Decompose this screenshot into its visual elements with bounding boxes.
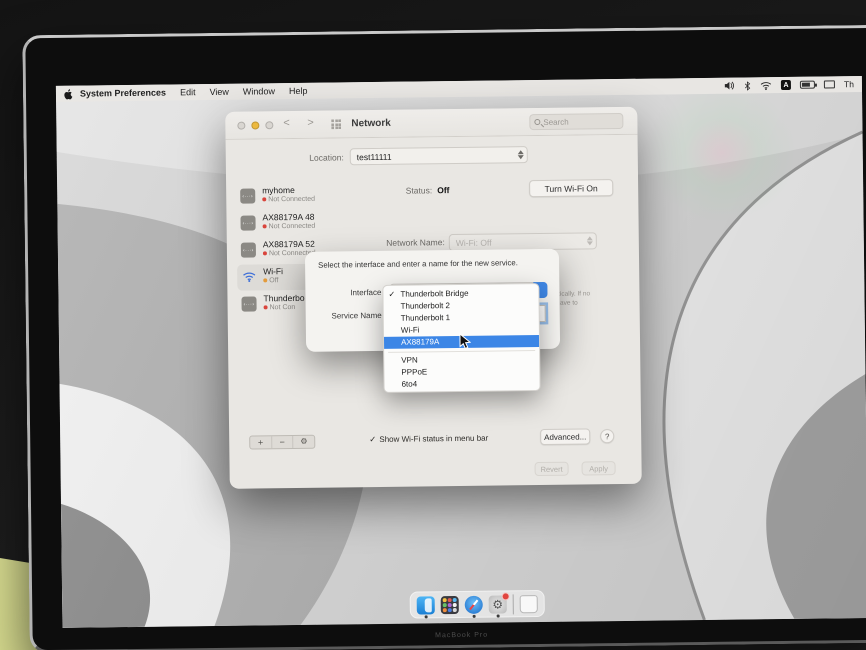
location-dropdown[interactable]: test11111 <box>349 146 528 166</box>
launchpad-icon[interactable] <box>440 595 459 614</box>
minimize-button[interactable] <box>251 121 260 130</box>
add-service-button[interactable]: + <box>250 436 272 449</box>
ethernet-icon: ‹···› <box>240 215 256 231</box>
ethernet-icon: ‹···› <box>240 188 256 204</box>
search-icon <box>534 118 541 126</box>
search-field[interactable] <box>529 112 624 131</box>
display-icon[interactable] <box>823 80 836 89</box>
back-button[interactable]: < <box>283 117 290 129</box>
macbook: System Preferences Edit View Window Help… <box>22 24 866 650</box>
safari-icon[interactable] <box>464 595 483 618</box>
wifi-icon[interactable] <box>760 81 772 90</box>
menu-window[interactable]: Window <box>243 86 275 96</box>
location-label: Location: <box>309 152 344 163</box>
gear-icon[interactable]: ⚙ <box>294 436 315 448</box>
show-all-icon[interactable] <box>331 119 342 130</box>
menu-edit[interactable]: Edit <box>180 87 196 97</box>
mouse-cursor <box>459 332 472 350</box>
finder-icon[interactable] <box>416 595 435 618</box>
menu-view[interactable]: View <box>209 87 228 97</box>
dialog-message: Select the interface and enter a name fo… <box>318 258 518 270</box>
apple-icon[interactable] <box>64 88 73 99</box>
network-name-label: Network Name: <box>386 237 445 248</box>
service-list-toolbar: + − ⚙ <box>249 434 316 450</box>
close-button[interactable] <box>237 121 246 130</box>
zoom-button[interactable] <box>265 121 274 130</box>
status-dot-red <box>262 251 267 256</box>
search-input[interactable] <box>543 116 614 127</box>
bluetooth-icon[interactable] <box>744 80 751 91</box>
stepper-icon <box>517 150 524 160</box>
photo-background: System Preferences Edit View Window Help… <box>0 0 866 650</box>
dock-separator <box>512 593 514 614</box>
window-title: Network <box>351 117 391 130</box>
turn-wifi-on-button[interactable]: Turn Wi-Fi On <box>529 179 614 198</box>
menu-item-6to4[interactable]: 6to4 <box>384 377 539 391</box>
ethernet-icon: ‹···› <box>241 296 257 312</box>
help-button[interactable]: ? <box>600 429 615 444</box>
trash-icon[interactable] <box>519 594 538 613</box>
checkmark-icon: ✓ <box>388 289 396 299</box>
input-source-icon[interactable]: A <box>780 79 792 91</box>
screen: System Preferences Edit View Window Help… <box>55 76 866 628</box>
status-value: Off <box>437 185 450 196</box>
advanced-button[interactable]: Advanced... <box>540 428 591 446</box>
device-label: MacBook Pro <box>435 631 489 640</box>
revert-button[interactable]: Revert <box>534 461 569 477</box>
apply-button[interactable]: Apply <box>581 461 616 476</box>
status-label: Status: <box>405 185 433 196</box>
status-dot-red <box>262 224 267 229</box>
system-preferences-icon[interactable]: ⚙ <box>488 591 510 618</box>
service-name-label: Service Name <box>331 310 382 321</box>
dock: ⚙ <box>409 589 545 619</box>
show-wifi-status-checkbox[interactable]: ✓ Show Wi-Fi status in menu bar <box>369 433 488 445</box>
status-dot-red <box>263 305 268 310</box>
notification-badge <box>501 591 510 600</box>
wifi-icon <box>241 269 256 284</box>
battery-icon[interactable] <box>799 80 816 89</box>
ethernet-icon: ‹···› <box>240 242 256 258</box>
remove-service-button[interactable]: − <box>271 436 294 449</box>
forward-button[interactable]: > <box>307 117 314 129</box>
checkmark-icon: ✓ <box>369 434 377 445</box>
volume-icon[interactable] <box>724 81 735 91</box>
menu-app-name[interactable]: System Preferences <box>80 88 166 99</box>
menu-help[interactable]: Help <box>289 86 308 96</box>
macbook-lid: System Preferences Edit View Window Help… <box>22 24 866 650</box>
status-dot-amber <box>263 278 268 283</box>
status-dot-red <box>262 197 267 202</box>
menu-clock[interactable]: Th <box>844 79 854 89</box>
interface-label: Interface <box>350 287 382 298</box>
stepper-icon <box>586 236 593 246</box>
service-row-ax88179a-48[interactable]: ‹···› AX88179A 48 Not Connected <box>236 209 364 237</box>
window-titlebar: < > Network <box>225 106 638 140</box>
